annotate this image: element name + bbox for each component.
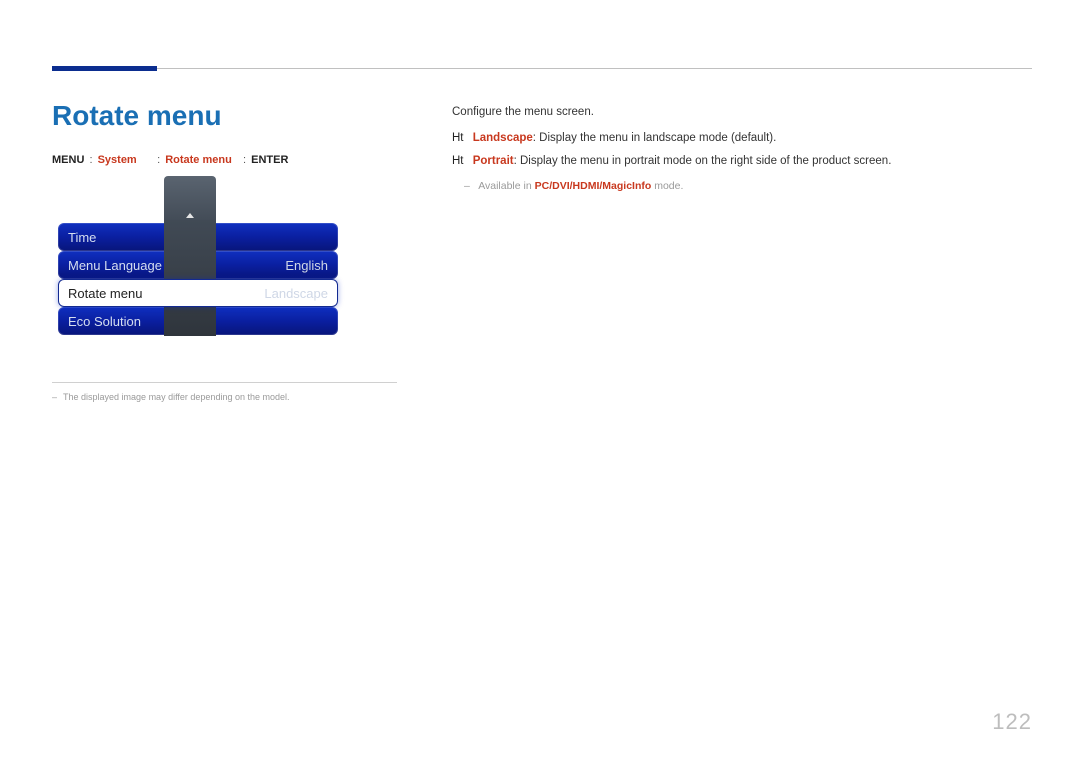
item-prefix: Ht <box>452 132 464 144</box>
breadcrumb-system: System <box>98 154 137 166</box>
osd-list: Time Menu Language English Rotate menu L… <box>58 223 338 335</box>
description-intro: Configure the menu screen. <box>452 103 1032 123</box>
description-item-landscape: Ht Landscape: Display the menu in landsc… <box>452 129 1032 149</box>
left-column-divider <box>52 382 397 383</box>
item-term: Landscape <box>473 132 533 144</box>
osd-row-label: Rotate menu <box>68 286 142 301</box>
breadcrumb-sep: : <box>89 154 92 166</box>
page-title: Rotate menu <box>52 100 222 132</box>
osd-row-label: Eco Solution <box>68 314 141 329</box>
breadcrumb: MENU : System : Rotate menu : ENTER <box>52 154 288 166</box>
breadcrumb-sep: : <box>243 154 246 166</box>
subnote-highlight: PC/DVI/HDMI/MagicInfo <box>535 180 652 192</box>
osd-row-label: Menu Language <box>68 258 162 273</box>
page-number: 122 <box>992 709 1032 735</box>
header-accent <box>52 66 157 71</box>
subnote-prefix: Available in <box>478 180 534 192</box>
osd-row-label: Time <box>68 230 96 245</box>
osd-row-rotate-menu: Rotate menu Landscape <box>58 279 338 307</box>
breadcrumb-rotate: Rotate menu <box>165 154 232 166</box>
description-column: Configure the menu screen. Ht Landscape:… <box>452 103 1032 195</box>
description-item-portrait: Ht Portrait: Display the menu in portrai… <box>452 152 1032 172</box>
item-text: : Display the menu in landscape mode (de… <box>533 132 777 144</box>
item-term: Portrait <box>473 155 514 167</box>
osd-menu-screenshot: Time Menu Language English Rotate menu L… <box>58 176 338 336</box>
breadcrumb-sep: : <box>157 154 160 166</box>
description-subnote: Available in PC/DVI/HDMI/MagicInfo mode. <box>464 178 1032 196</box>
osd-row-menu-language: Menu Language English <box>58 251 338 279</box>
breadcrumb-enter: ENTER <box>251 154 288 166</box>
osd-scroll-up-tab <box>164 176 216 224</box>
osd-row-eco-solution: Eco Solution <box>58 307 338 335</box>
osd-row-value: Landscape <box>264 286 328 301</box>
header-divider <box>52 68 1032 69</box>
image-disclaimer-footnote: The displayed image may differ depending… <box>52 392 290 402</box>
item-text: : Display the menu in portrait mode on t… <box>514 155 892 167</box>
breadcrumb-menu: MENU <box>52 154 84 166</box>
osd-row-time: Time <box>58 223 338 251</box>
subnote-suffix: mode. <box>651 180 683 192</box>
osd-row-value: English <box>285 258 328 273</box>
item-prefix: Ht <box>452 155 464 167</box>
